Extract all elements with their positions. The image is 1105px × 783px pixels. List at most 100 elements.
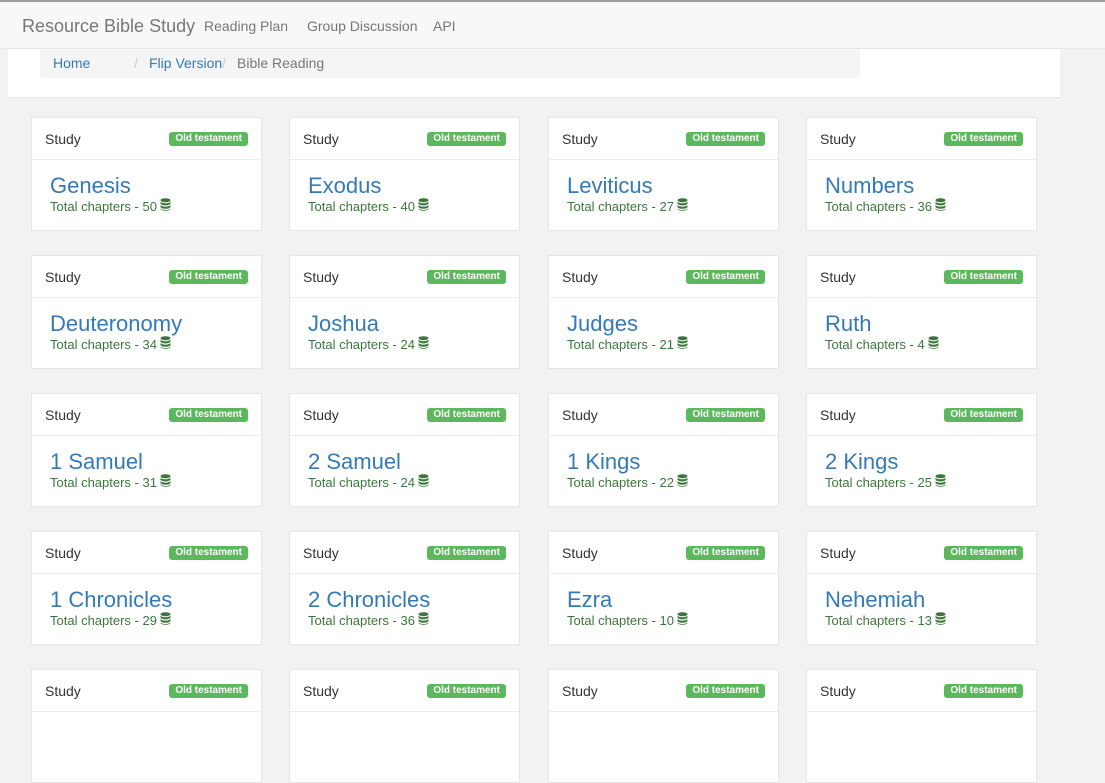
- breadcrumb-flip-version[interactable]: Flip Version: [149, 55, 222, 71]
- book-title-link[interactable]: 1 Samuel: [50, 449, 143, 475]
- card-label: Study: [303, 269, 339, 285]
- card-header: Study Old testament: [807, 532, 1036, 574]
- book-title-link[interactable]: Genesis: [50, 173, 131, 199]
- testament-badge: Old testament: [686, 684, 765, 698]
- chapter-count: Total chapters - 31: [50, 474, 171, 490]
- book-title-link[interactable]: Judges: [567, 311, 638, 337]
- card-header: Study Old testament: [290, 532, 519, 574]
- book-card[interactable]: Study Old testament 2 Kings Total chapters …: [806, 393, 1037, 507]
- testament-badge: Old testament: [169, 132, 248, 146]
- chapter-count: Total chapters - 36: [308, 612, 429, 628]
- card-label: Study: [45, 545, 81, 561]
- book-title-link[interactable]: Nehemiah: [825, 587, 925, 613]
- testament-badge: Old testament: [427, 546, 506, 560]
- book-card[interactable]: Study Old testament Leviticus Total chapter…: [548, 117, 779, 231]
- database-icon: [418, 336, 429, 352]
- card-label: Study: [45, 407, 81, 423]
- chapter-count-text: Total chapters - 36: [308, 612, 415, 628]
- database-icon: [935, 612, 946, 628]
- book-card[interactable]: Study Old testament: [548, 669, 779, 783]
- book-card[interactable]: Study Old testament: [31, 669, 262, 783]
- card-label: Study: [562, 683, 598, 699]
- book-card[interactable]: Study Old testament 2 Chronicles Total chap…: [289, 531, 520, 645]
- testament-badge: Old testament: [944, 684, 1023, 698]
- book-title-link[interactable]: 2 Samuel: [308, 449, 401, 475]
- book-title-link[interactable]: Joshua: [308, 311, 379, 337]
- card-label: Study: [303, 545, 339, 561]
- chapter-count-text: Total chapters - 24: [308, 336, 415, 352]
- testament-badge: Old testament: [944, 270, 1023, 284]
- chapter-count-text: Total chapters - 22: [567, 474, 674, 490]
- book-card[interactable]: Study Old testament 2 Samuel Total chapters…: [289, 393, 520, 507]
- chapter-count: Total chapters - 24: [308, 474, 429, 490]
- breadcrumb-home[interactable]: Home: [53, 55, 90, 71]
- database-icon: [160, 336, 171, 352]
- book-title-link[interactable]: 1 Chronicles: [50, 587, 172, 613]
- breadcrumb-current: Bible Reading: [237, 55, 325, 71]
- card-label: Study: [562, 269, 598, 285]
- card-header: Study Old testament: [290, 256, 519, 298]
- breadcrumb: Home / Flip Version / Bible Reading: [40, 49, 860, 78]
- book-card[interactable]: Study Old testament Genesis Total chapters …: [31, 117, 262, 231]
- card-header: Study Old testament: [290, 670, 519, 712]
- database-icon: [418, 474, 429, 490]
- chapter-count: Total chapters - 25: [825, 474, 946, 490]
- book-card[interactable]: Study Old testament Exodus Total chapters -…: [289, 117, 520, 231]
- card-label: Study: [820, 269, 856, 285]
- chapter-count: Total chapters - 34: [50, 336, 171, 352]
- book-title-link[interactable]: Exodus: [308, 173, 381, 199]
- card-header: Study Old testament: [549, 532, 778, 574]
- book-card[interactable]: Study Old testament Joshua Total chapters -…: [289, 255, 520, 369]
- book-card[interactable]: Study Old testament Judges Total chapters -…: [548, 255, 779, 369]
- nav-api[interactable]: API: [433, 18, 456, 34]
- book-title-link[interactable]: Numbers: [825, 173, 914, 199]
- book-card[interactable]: Study Old testament Numbers Total chapters …: [806, 117, 1037, 231]
- database-icon: [677, 612, 688, 628]
- book-card[interactable]: Study Old testament Deuteronomy Total chapt…: [31, 255, 262, 369]
- card-label: Study: [562, 545, 598, 561]
- testament-badge: Old testament: [169, 408, 248, 422]
- book-title-link[interactable]: 1 Kings: [567, 449, 640, 475]
- book-title-link[interactable]: Deuteronomy: [50, 311, 182, 337]
- card-label: Study: [303, 407, 339, 423]
- book-card[interactable]: Study Old testament 1 Samuel Total chapters…: [31, 393, 262, 507]
- card-header: Study Old testament: [32, 532, 261, 574]
- chapter-count: Total chapters - 21: [567, 336, 688, 352]
- testament-badge: Old testament: [686, 132, 765, 146]
- card-header: Study Old testament: [549, 118, 778, 160]
- card-header: Study Old testament: [549, 394, 778, 436]
- book-card[interactable]: Study Old testament 1 Kings Total chapters …: [548, 393, 779, 507]
- chapter-count-text: Total chapters - 24: [308, 474, 415, 490]
- card-label: Study: [820, 545, 856, 561]
- chapter-count: Total chapters - 13: [825, 612, 946, 628]
- testament-badge: Old testament: [944, 408, 1023, 422]
- testament-badge: Old testament: [944, 546, 1023, 560]
- book-title-link[interactable]: 2 Kings: [825, 449, 898, 475]
- book-title-link[interactable]: Leviticus: [567, 173, 653, 199]
- chapter-count-text: Total chapters - 21: [567, 336, 674, 352]
- card-header: Study Old testament: [32, 256, 261, 298]
- chapter-count-text: Total chapters - 25: [825, 474, 932, 490]
- database-icon: [935, 198, 946, 214]
- card-header: Study Old testament: [549, 256, 778, 298]
- book-card[interactable]: Study Old testament: [806, 669, 1037, 783]
- chapter-count-text: Total chapters - 34: [50, 336, 157, 352]
- book-card[interactable]: Study Old testament 1 Chronicles Total chap…: [31, 531, 262, 645]
- book-card[interactable]: Study Old testament Ruth Total chapters - 4: [806, 255, 1037, 369]
- chapter-count-text: Total chapters - 40: [308, 198, 415, 214]
- brand-link[interactable]: Resource Bible Study: [22, 16, 195, 37]
- book-title-link[interactable]: 2 Chronicles: [308, 587, 430, 613]
- book-card[interactable]: Study Old testament Nehemiah Total chapters…: [806, 531, 1037, 645]
- database-icon: [677, 336, 688, 352]
- nav-group-discussion[interactable]: Group Discussion: [307, 18, 418, 34]
- book-title-link[interactable]: Ruth: [825, 311, 871, 337]
- card-header: Study Old testament: [807, 670, 1036, 712]
- card-label: Study: [820, 407, 856, 423]
- book-title-link[interactable]: Ezra: [567, 587, 612, 613]
- nav-reading-plan[interactable]: Reading Plan: [204, 18, 288, 34]
- book-card[interactable]: Study Old testament: [289, 669, 520, 783]
- chapter-count-text: Total chapters - 29: [50, 612, 157, 628]
- book-card[interactable]: Study Old testament Ezra Total chapters - 1…: [548, 531, 779, 645]
- chapter-count: Total chapters - 10: [567, 612, 688, 628]
- testament-badge: Old testament: [686, 270, 765, 284]
